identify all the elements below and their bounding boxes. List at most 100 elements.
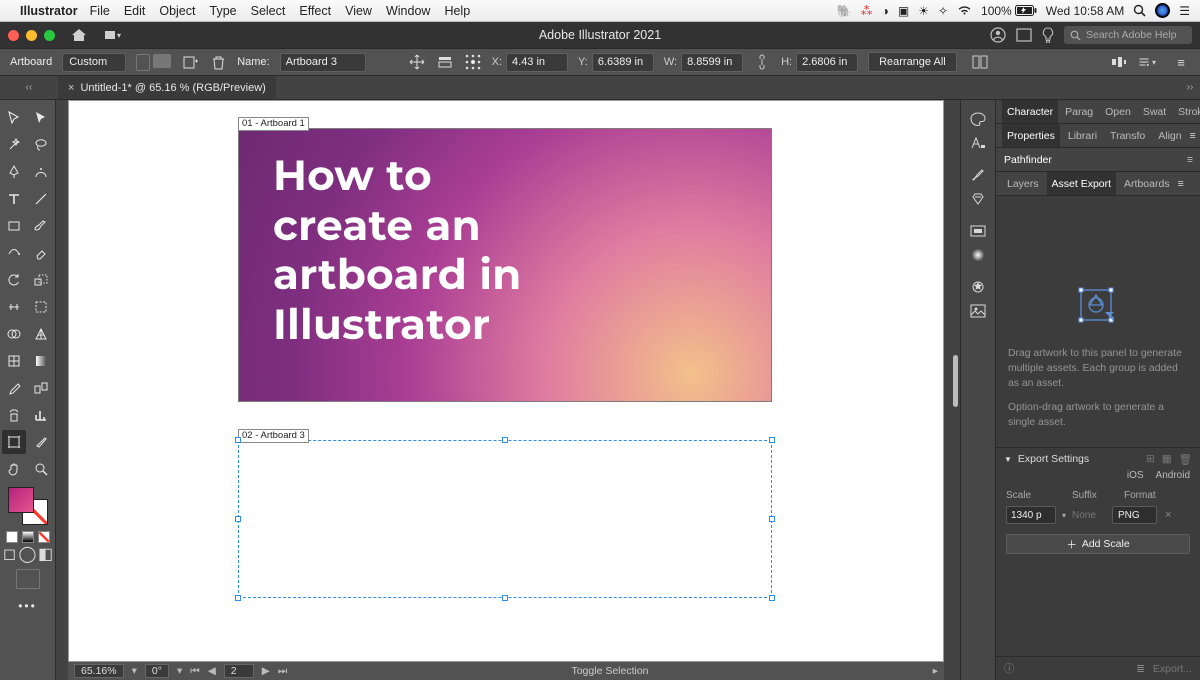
- menubar-battery[interactable]: 100%: [981, 4, 1037, 18]
- menu-select[interactable]: Select: [251, 4, 286, 18]
- panel-menu-icon[interactable]: ≡: [1172, 53, 1190, 71]
- window-close[interactable]: [8, 30, 19, 41]
- rearrange-all-button[interactable]: Rearrange All: [868, 52, 957, 72]
- hand-tool[interactable]: [2, 457, 26, 481]
- tab-transform[interactable]: Transfo: [1105, 124, 1150, 147]
- export-scale-input[interactable]: [1006, 506, 1056, 524]
- window-zoom[interactable]: [44, 30, 55, 41]
- menu-window[interactable]: Window: [386, 4, 430, 18]
- artboards-panel-icon[interactable]: [971, 53, 989, 71]
- screen-mode-full[interactable]: ◯: [21, 547, 35, 561]
- tab-asset-export[interactable]: Asset Export: [1047, 172, 1117, 195]
- artboard-nav-select[interactable]: 2: [224, 664, 254, 678]
- line-tool[interactable]: [29, 187, 53, 211]
- orientation-landscape-icon[interactable]: [153, 54, 171, 68]
- orientation-portrait-icon[interactable]: [136, 54, 150, 71]
- rotate-tool[interactable]: [2, 268, 26, 292]
- nav-next-icon[interactable]: ▶: [262, 665, 270, 677]
- tab-swatches[interactable]: Swat: [1138, 100, 1171, 123]
- edit-toolbar-button[interactable]: •••: [18, 599, 37, 613]
- tabs-right-scroll[interactable]: ››: [1180, 82, 1200, 93]
- tab-align[interactable]: Align: [1153, 124, 1186, 147]
- menubar-brightness-icon[interactable]: ☀: [918, 4, 929, 18]
- nav-first-icon[interactable]: ⏮: [190, 665, 199, 678]
- selection-tool[interactable]: [2, 106, 26, 130]
- hint-icon[interactable]: [1042, 27, 1054, 43]
- menubar-notifications-icon[interactable]: ☰: [1179, 4, 1190, 18]
- type-tool[interactable]: [2, 187, 26, 211]
- tab-character[interactable]: Character: [1002, 100, 1058, 123]
- export-row-remove-icon[interactable]: ×: [1165, 509, 1171, 521]
- artboard-1[interactable]: 01 - Artboard 1 How tocreate anartboard …: [238, 128, 772, 402]
- tab-stroke[interactable]: Strok: [1173, 100, 1200, 123]
- menubar-display-icon[interactable]: ▣: [898, 4, 909, 18]
- add-scale-button[interactable]: ＋ Add Scale: [1006, 534, 1190, 554]
- menubar-spotlight-icon[interactable]: [1133, 4, 1146, 17]
- x-input[interactable]: [506, 53, 568, 72]
- pen-tool[interactable]: [2, 160, 26, 184]
- menu-object[interactable]: Object: [159, 4, 195, 18]
- symbol-sprayer-tool[interactable]: [2, 403, 26, 427]
- stroke-panel-icon[interactable]: [969, 222, 987, 240]
- menubar-sync-icon[interactable]: ⁂: [861, 4, 873, 18]
- menubar-siri-icon[interactable]: [1155, 3, 1170, 18]
- link-wh-icon[interactable]: [753, 53, 771, 71]
- w-input[interactable]: [681, 53, 743, 72]
- menu-type[interactable]: Type: [210, 4, 237, 18]
- color-guide-icon[interactable]: [969, 134, 987, 152]
- tabs-left-scroll[interactable]: ‹‹: [0, 82, 58, 93]
- canvas-viewport[interactable]: 01 - Artboard 1 How tocreate anartboard …: [56, 100, 960, 680]
- screen-mode-normal[interactable]: ◻: [3, 547, 17, 561]
- menu-effect[interactable]: Effect: [299, 4, 331, 18]
- nav-prev-icon[interactable]: ◀: [208, 665, 216, 677]
- eyedropper-tool[interactable]: [2, 376, 26, 400]
- menubar-bluetooth-icon[interactable]: ✧: [938, 4, 948, 18]
- new-artboard-icon[interactable]: [181, 53, 199, 71]
- column-graph-tool[interactable]: [29, 403, 53, 427]
- tab-opentype[interactable]: Open: [1100, 100, 1136, 123]
- artboard-options-icon[interactable]: [436, 53, 454, 71]
- brushes-panel-icon[interactable]: [969, 166, 987, 184]
- move-with-artboard-icon[interactable]: [408, 53, 426, 71]
- resize-handle-tr[interactable]: [769, 437, 775, 443]
- app-name[interactable]: Illustrator: [20, 4, 78, 18]
- vertical-scrollbar[interactable]: [953, 355, 958, 407]
- h-input[interactable]: [796, 53, 858, 72]
- align-to-icon[interactable]: [1110, 53, 1128, 71]
- rectangle-tool[interactable]: [2, 214, 26, 238]
- rotate-select[interactable]: 0°: [145, 664, 169, 678]
- tab-paragraph[interactable]: Parag: [1060, 100, 1098, 123]
- menubar-clock[interactable]: Wed 10:58 AM: [1046, 4, 1125, 18]
- resize-handle-bl[interactable]: [235, 595, 241, 601]
- panel-row-3-menu-icon[interactable]: ≡: [1178, 178, 1184, 190]
- magic-wand-tool[interactable]: [2, 133, 26, 157]
- user-icon[interactable]: [990, 27, 1006, 43]
- align-options-icon[interactable]: ▾: [1138, 53, 1156, 71]
- resize-handle-mr[interactable]: [769, 516, 775, 522]
- export-settings-disclosure-icon[interactable]: ▼: [1004, 455, 1012, 464]
- export-info-icon[interactable]: ⓘ: [1004, 661, 1015, 676]
- color-panel-icon[interactable]: [969, 110, 987, 128]
- resize-handle-br[interactable]: [769, 595, 775, 601]
- shape-builder-tool[interactable]: [2, 322, 26, 346]
- zoom-select[interactable]: 65.16%: [74, 664, 124, 678]
- export-suffix-value[interactable]: None: [1072, 510, 1106, 521]
- export-trash-icon[interactable]: 🗑: [1179, 453, 1192, 466]
- width-tool[interactable]: [2, 295, 26, 319]
- artboard-2-selection[interactable]: 02 - Artboard 3: [238, 440, 772, 598]
- menu-edit[interactable]: Edit: [124, 4, 146, 18]
- status-menu-icon[interactable]: ▸: [933, 665, 938, 677]
- tab-layers[interactable]: Layers: [1002, 172, 1044, 195]
- fill-swatch[interactable]: [8, 487, 34, 513]
- artboard-preset-select[interactable]: Custom: [62, 53, 126, 72]
- document-tab[interactable]: × Untitled-1* @ 65.16 % (RGB/Preview): [58, 76, 276, 99]
- menu-view[interactable]: View: [345, 4, 372, 18]
- free-transform-tool[interactable]: [29, 295, 53, 319]
- shaper-tool[interactable]: [2, 241, 26, 265]
- pathfinder-menu-icon[interactable]: ≡: [1180, 154, 1200, 166]
- reference-point-icon[interactable]: [464, 53, 482, 71]
- screen-mode-presentation[interactable]: ◧: [39, 547, 53, 561]
- nav-last-icon[interactable]: ⏭: [278, 665, 287, 678]
- perspective-grid-tool[interactable]: [29, 322, 53, 346]
- mesh-tool[interactable]: [2, 349, 26, 373]
